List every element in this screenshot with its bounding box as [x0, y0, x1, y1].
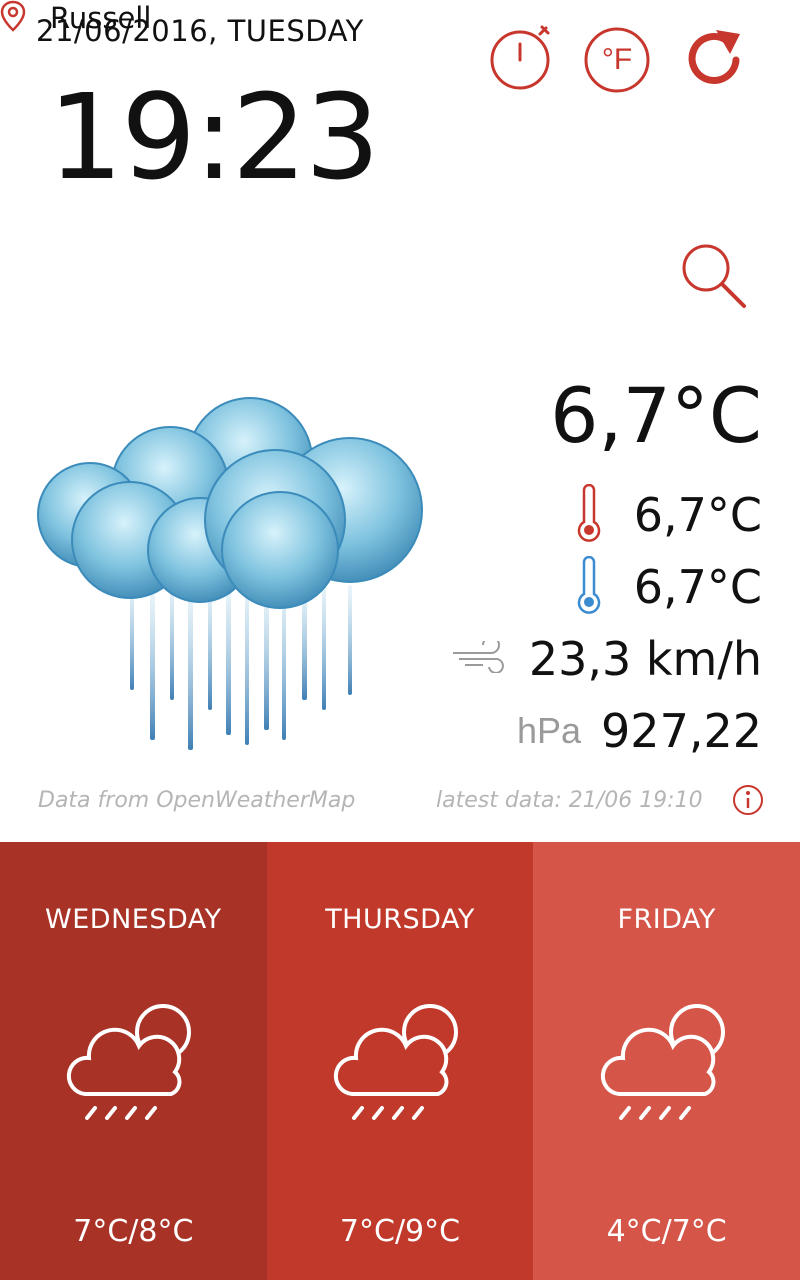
cloud-sun-rain-icon: [332, 1002, 468, 1122]
forecast-day-name: THURSDAY: [325, 904, 475, 935]
search-icon: [676, 244, 752, 320]
pressure-value: 927,22: [601, 704, 762, 758]
stopwatch-icon: [486, 24, 554, 96]
forecast-temps: 4°C/7°C: [606, 1214, 727, 1249]
min-temperature-value: 6,7°C: [633, 560, 762, 614]
current-temperature: 6,7°C: [550, 371, 762, 460]
info-icon: [732, 785, 764, 820]
rain-cloud-icon: [30, 390, 430, 760]
forecast-day-name: WEDNESDAY: [45, 904, 222, 935]
data-source-label: Data from OpenWeatherMap: [38, 788, 356, 813]
unit-toggle-label: °F: [601, 43, 633, 76]
wind-row: 23,3 km/h: [451, 632, 762, 686]
clock-time: 19:23: [48, 68, 380, 206]
search-button[interactable]: [676, 240, 752, 316]
pressure-row: hPa 927,22: [517, 704, 762, 758]
refresh-icon: [682, 24, 750, 96]
info-button[interactable]: [732, 784, 764, 816]
max-temperature-value: 6,7°C: [633, 488, 762, 542]
thermometer-cold-icon: [576, 555, 602, 618]
forecast-day-1[interactable]: WEDNESDAY 7°C/8°C: [0, 842, 267, 1280]
location-pin-icon: [0, 0, 26, 36]
forecast-day-3[interactable]: FRIDAY 4°C/7°C: [533, 842, 800, 1280]
wind-speed-value: 23,3 km/h: [528, 632, 762, 686]
forecast-temps: 7°C/8°C: [73, 1214, 194, 1249]
refresh-button[interactable]: [680, 24, 752, 96]
cloud-sun-rain-icon: [65, 1002, 201, 1122]
date-label: 21/06/2016, TUESDAY: [36, 14, 364, 48]
pressure-unit: hPa: [516, 710, 582, 751]
thermometer-hot-icon: [576, 483, 602, 546]
max-temperature-row: 6,7°C: [576, 483, 762, 546]
forecast-panel: WEDNESDAY 7°C/8°C THURSDAY 7°C/9°C FRIDA…: [0, 842, 800, 1280]
forecast-temps: 7°C/9°C: [339, 1214, 461, 1249]
min-temperature-row: 6,7°C: [576, 555, 762, 618]
forecast-day-name: FRIDAY: [617, 904, 716, 935]
unit-toggle-button[interactable]: °F: [581, 24, 653, 96]
wind-icon: [451, 636, 507, 677]
cloud-sun-rain-icon: [599, 1002, 735, 1122]
latest-data-label: latest data: 21/06 19:10: [436, 788, 703, 813]
timer-button[interactable]: [484, 24, 556, 96]
forecast-day-2[interactable]: THURSDAY 7°C/9°C: [266, 842, 534, 1280]
